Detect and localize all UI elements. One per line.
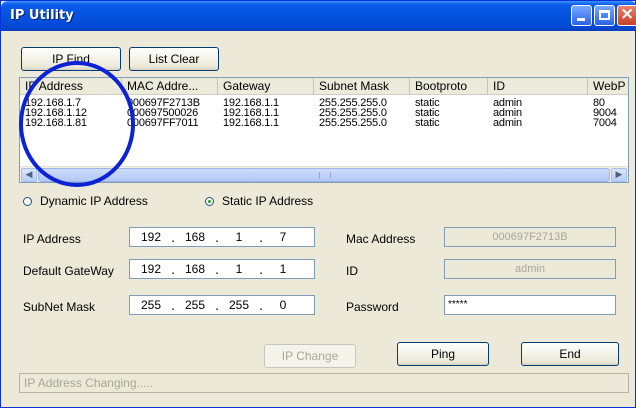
ip-change-button[interactable]: IP Change bbox=[264, 344, 356, 368]
column-header-gateway[interactable]: Gateway bbox=[218, 78, 314, 95]
ip-dot: . bbox=[171, 231, 175, 245]
cell-subnet: 255.255.255.0 bbox=[319, 98, 387, 108]
ip-dot: . bbox=[259, 263, 263, 277]
gateway-octet[interactable]: 192 bbox=[136, 261, 166, 277]
id-label: ID bbox=[346, 264, 358, 278]
close-button[interactable]: × bbox=[617, 4, 636, 26]
ip-octet[interactable]: 7 bbox=[268, 229, 298, 245]
column-header-subnet[interactable]: Subnet Mask bbox=[314, 78, 410, 95]
cell-mac: 000697500026 bbox=[127, 108, 199, 118]
ip-dot: . bbox=[259, 299, 263, 313]
dynamic-ip-label: Dynamic IP Address bbox=[40, 194, 148, 208]
radio-checked-icon bbox=[205, 197, 214, 206]
subnet-octet[interactable]: 0 bbox=[268, 297, 298, 313]
cell-subnet: 255.255.255.0 bbox=[319, 108, 387, 118]
password-label: Password bbox=[346, 300, 399, 314]
cell-webport: 80 bbox=[593, 98, 605, 108]
mac-address-field: 000697F2713B bbox=[444, 227, 616, 247]
cell-subnet: 255.255.255.0 bbox=[319, 118, 387, 128]
gateway-octet[interactable]: 1 bbox=[268, 261, 298, 277]
cell-gateway: 192.168.1.1 bbox=[223, 118, 279, 128]
password-field[interactable]: ***** bbox=[444, 295, 616, 315]
subnet-octet[interactable]: 255 bbox=[180, 297, 210, 313]
ip-address-field[interactable]: 192 . 168 . 1 . 7 bbox=[129, 227, 315, 247]
subnet-field[interactable]: 255 . 255 . 255 . 0 bbox=[129, 295, 315, 315]
scroll-right-icon[interactable]: ▶ bbox=[611, 168, 627, 182]
cell-bootproto: static bbox=[415, 118, 440, 128]
annotation-circle bbox=[19, 61, 135, 187]
gateway-label: Default GateWay bbox=[23, 264, 114, 278]
cell-mac: 000697FF7011 bbox=[127, 118, 199, 128]
ip-octet[interactable]: 168 bbox=[180, 229, 210, 245]
ip-dot: . bbox=[215, 299, 219, 313]
maximize-button[interactable] bbox=[594, 5, 615, 26]
gateway-octet[interactable]: 168 bbox=[180, 261, 210, 277]
cell-bootproto: static bbox=[415, 108, 440, 118]
end-button[interactable]: End bbox=[521, 342, 619, 366]
cell-mac: 000697F2713B bbox=[127, 98, 200, 108]
static-ip-label: Static IP Address bbox=[222, 194, 314, 208]
subnet-label: SubNet Mask bbox=[23, 300, 96, 314]
cell-id: admin bbox=[493, 108, 522, 118]
column-header-bootproto[interactable]: Bootproto bbox=[410, 78, 488, 95]
scroll-thumb[interactable] bbox=[38, 168, 610, 182]
title-bar[interactable]: IP Utility × bbox=[1, 1, 636, 31]
scroll-left-icon[interactable]: ◀ bbox=[21, 168, 37, 182]
id-field: admin bbox=[444, 259, 616, 279]
ip-dot: . bbox=[259, 231, 263, 245]
radio-unchecked-icon bbox=[23, 197, 32, 206]
status-bar: IP Address Changing..... bbox=[19, 373, 629, 393]
close-icon: × bbox=[620, 4, 635, 24]
minimize-button[interactable] bbox=[571, 5, 592, 26]
cell-id: admin bbox=[493, 98, 522, 108]
cell-gateway: 192.168.1.1 bbox=[223, 98, 279, 108]
ip-address-label: IP Address bbox=[23, 232, 81, 246]
subnet-octet[interactable]: 255 bbox=[224, 297, 254, 313]
ip-dot: . bbox=[171, 263, 175, 277]
ip-dot: . bbox=[171, 299, 175, 313]
column-header-mac[interactable]: MAC Addre... bbox=[122, 78, 218, 95]
ip-octet[interactable]: 1 bbox=[224, 229, 254, 245]
ip-utility-window: IP Utility × IP Find List Clear IP Addre… bbox=[0, 0, 636, 408]
mac-address-label: Mac Address bbox=[346, 232, 416, 246]
column-header-id[interactable]: ID bbox=[488, 78, 588, 95]
cell-gateway: 192.168.1.1 bbox=[223, 108, 279, 118]
list-clear-button[interactable]: List Clear bbox=[129, 47, 219, 71]
gateway-octet[interactable]: 1 bbox=[224, 261, 254, 277]
column-header-webport[interactable]: WebP bbox=[588, 78, 628, 95]
maximize-icon bbox=[599, 10, 610, 20]
cell-bootproto: static bbox=[415, 98, 440, 108]
grip-icon bbox=[319, 172, 331, 178]
cell-webport: 9004 bbox=[593, 108, 617, 118]
subnet-octet[interactable]: 255 bbox=[136, 297, 166, 313]
ip-dot: . bbox=[215, 263, 219, 277]
ping-button[interactable]: Ping bbox=[397, 342, 489, 366]
ip-octet[interactable]: 192 bbox=[136, 229, 166, 245]
cell-id: admin bbox=[493, 118, 522, 128]
gateway-field[interactable]: 192 . 168 . 1 . 1 bbox=[129, 259, 315, 279]
minimize-icon bbox=[577, 18, 585, 21]
cell-webport: 7004 bbox=[593, 118, 617, 128]
ip-dot: . bbox=[215, 231, 219, 245]
window-title: IP Utility bbox=[10, 8, 74, 23]
